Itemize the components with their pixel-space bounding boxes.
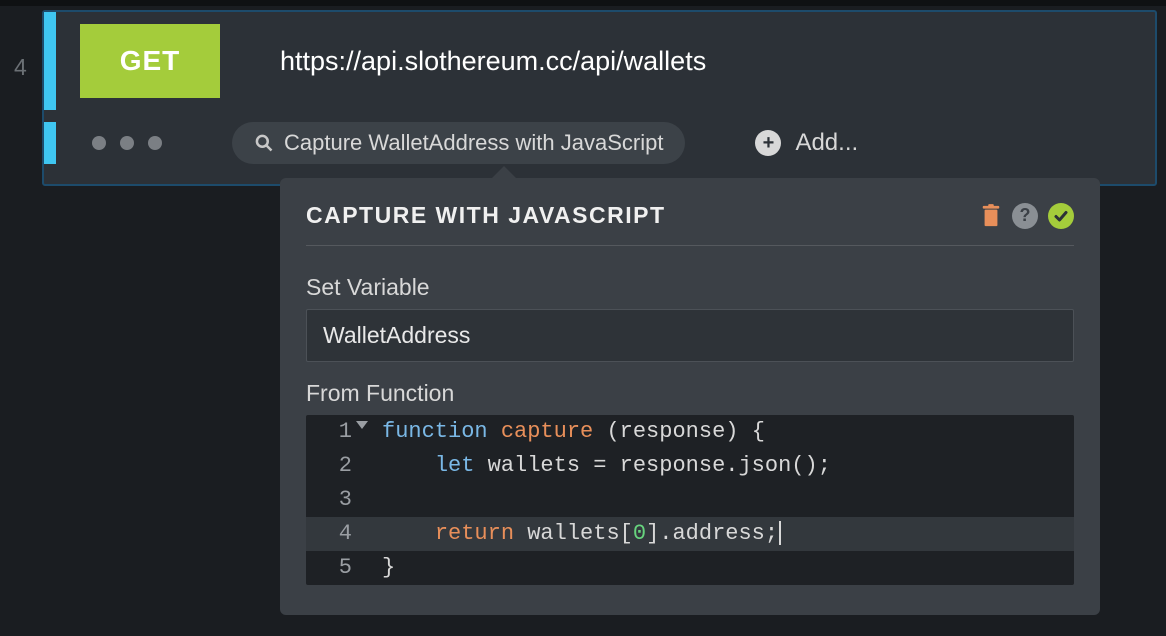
line-number: 5	[306, 551, 366, 585]
line-number: 2	[306, 449, 366, 483]
divider	[306, 245, 1074, 246]
code-line[interactable]: 2 let wallets = response.json();	[306, 449, 1074, 483]
text-cursor	[779, 521, 781, 545]
request-subrow: Capture WalletAddress with JavaScript + …	[44, 110, 1155, 184]
window-top-edge	[0, 0, 1166, 6]
dot-icon	[148, 136, 162, 150]
line-number: 1	[306, 415, 366, 449]
code-content[interactable]: return wallets[0].address;	[366, 517, 781, 551]
active-step-indicator	[44, 12, 56, 110]
code-line[interactable]: 4 return wallets[0].address;	[306, 517, 1074, 551]
from-function-label: From Function	[306, 380, 1074, 407]
code-content[interactable]: function capture (response) {	[366, 415, 765, 449]
panel-actions: ?	[980, 203, 1074, 229]
code-content[interactable]: }	[366, 551, 395, 585]
search-icon	[254, 133, 274, 153]
drag-handle-dots[interactable]	[92, 136, 162, 150]
capture-chip-label: Capture WalletAddress with JavaScript	[284, 130, 663, 156]
request-card: GET https://api.slothereum.cc/api/wallet…	[42, 10, 1157, 186]
code-line[interactable]: 1function capture (response) {	[306, 415, 1074, 449]
set-variable-label: Set Variable	[306, 274, 1074, 301]
fold-icon[interactable]	[356, 421, 368, 429]
add-button[interactable]: + Add...	[755, 129, 858, 157]
step-number: 4	[14, 54, 27, 81]
help-icon[interactable]: ?	[1012, 203, 1038, 229]
http-method-badge[interactable]: GET	[80, 24, 220, 98]
line-number: 3	[306, 483, 366, 517]
panel-header: CAPTURE WITH JAVASCRIPT ?	[306, 202, 1074, 245]
variable-name-input[interactable]	[306, 309, 1074, 362]
code-line[interactable]: 3	[306, 483, 1074, 517]
plus-icon: +	[755, 130, 781, 156]
active-step-indicator	[44, 122, 56, 164]
add-label: Add...	[795, 129, 858, 157]
request-row: GET https://api.slothereum.cc/api/wallet…	[44, 12, 1155, 110]
request-url[interactable]: https://api.slothereum.cc/api/wallets	[280, 24, 706, 98]
capture-panel: CAPTURE WITH JAVASCRIPT ? Set Variable F…	[280, 178, 1100, 615]
code-editor[interactable]: 1function capture (response) {2 let wall…	[306, 415, 1074, 585]
line-number: 4	[306, 517, 366, 551]
dot-icon	[92, 136, 106, 150]
code-line[interactable]: 5}	[306, 551, 1074, 585]
trash-icon[interactable]	[980, 204, 1002, 228]
dot-icon	[120, 136, 134, 150]
code-content[interactable]: let wallets = response.json();	[366, 449, 831, 483]
confirm-icon[interactable]	[1048, 203, 1074, 229]
panel-title: CAPTURE WITH JAVASCRIPT	[306, 202, 666, 229]
capture-chip[interactable]: Capture WalletAddress with JavaScript	[232, 122, 685, 164]
code-content[interactable]	[366, 483, 382, 517]
